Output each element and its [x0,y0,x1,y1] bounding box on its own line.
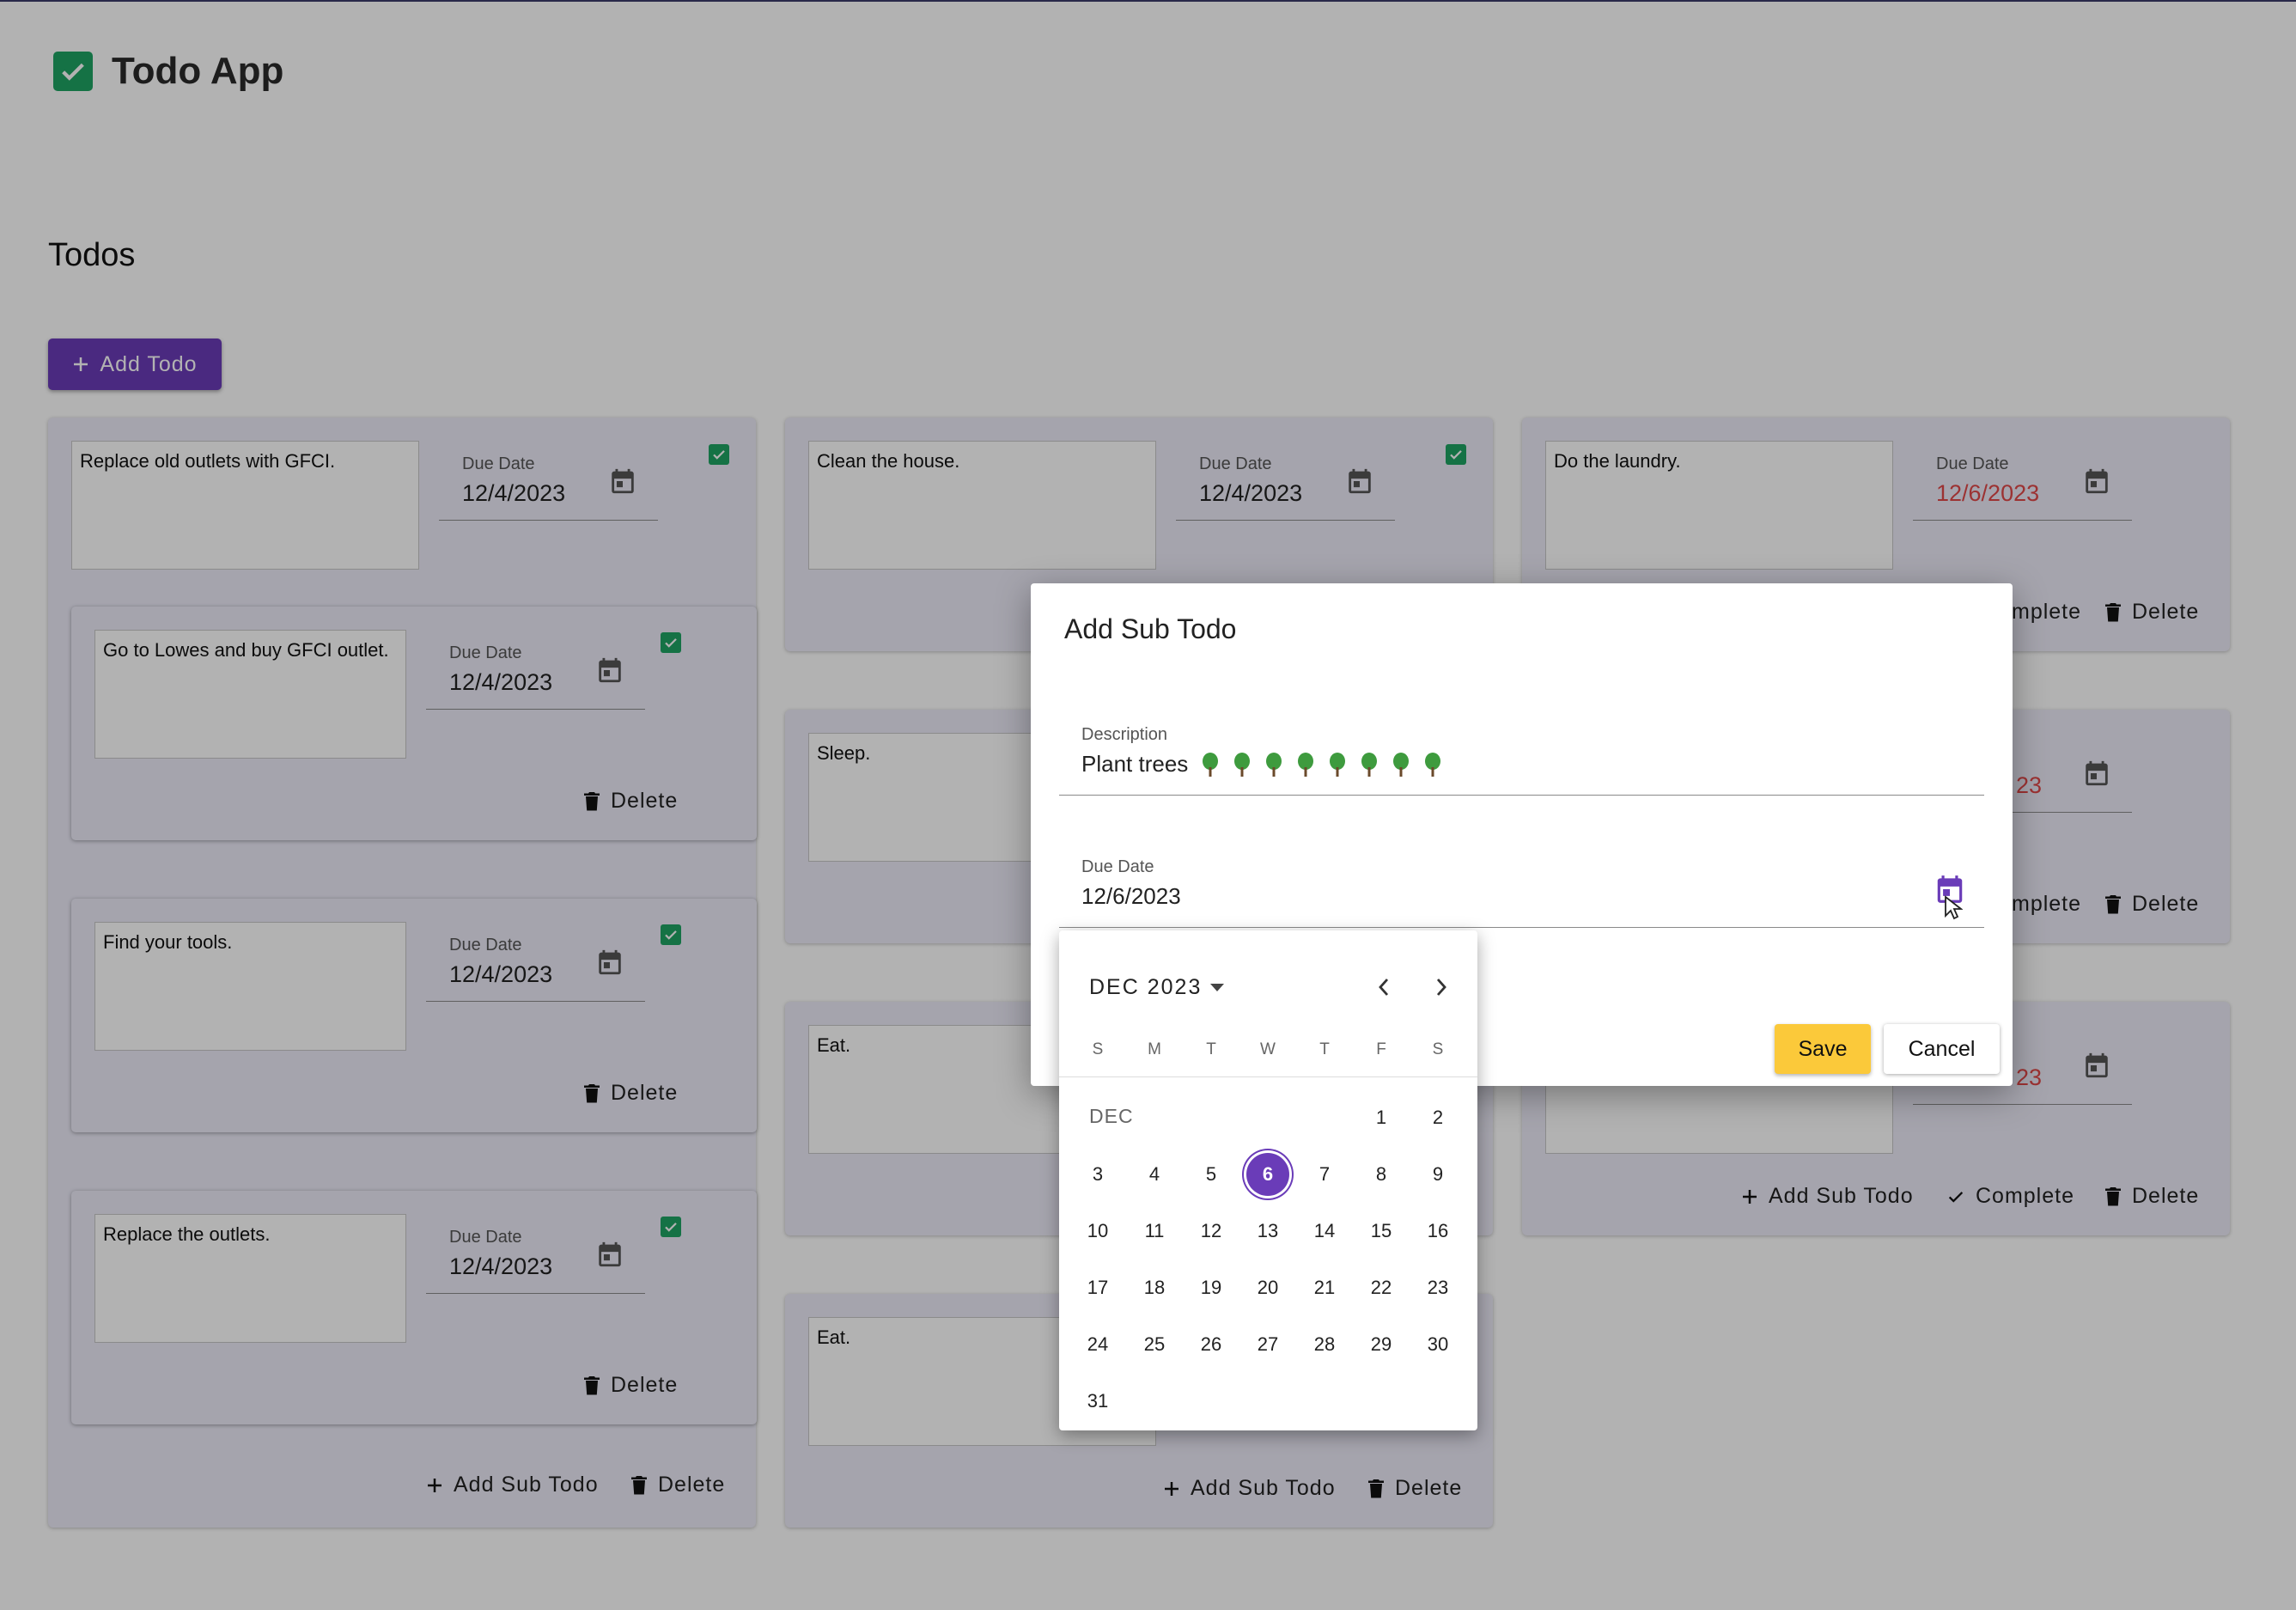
chevron-left-icon [1379,979,1389,996]
description-field[interactable]: Description Plant trees [1059,717,1984,796]
month-year-selector[interactable]: DEC 2023 [1089,975,1225,1000]
weekday-label: T [1319,1040,1330,1058]
calendar-day[interactable]: 27 [1246,1323,1289,1366]
mouse-cursor-icon [1945,895,1963,920]
calendar-day[interactable]: 26 [1190,1323,1233,1366]
due-date-label: Due Date [1081,857,1154,876]
weekday-divider [1059,1076,1477,1077]
calendar-day[interactable]: 11 [1133,1210,1176,1253]
calendar-day[interactable]: 25 [1133,1323,1176,1366]
calendar-day[interactable]: 20 [1246,1266,1289,1309]
calendar-day[interactable]: 22 [1360,1266,1403,1309]
calendar-day[interactable]: 29 [1360,1323,1403,1366]
calendar-day[interactable]: 14 [1303,1210,1346,1253]
calendar-day[interactable]: 15 [1360,1210,1403,1253]
calendar-day[interactable]: 19 [1190,1266,1233,1309]
calendar-day[interactable]: 1 [1360,1096,1403,1139]
calendar-day[interactable]: 31 [1076,1380,1119,1423]
cancel-button[interactable]: Cancel [1884,1024,2000,1074]
calendar-day[interactable]: 28 [1303,1323,1346,1366]
tree-icon [1298,752,1314,777]
calendar-day[interactable]: 7 [1303,1153,1346,1196]
tree-icon [1393,752,1410,777]
calendar-day[interactable]: 2 [1416,1096,1459,1139]
selected-day[interactable]: 6 [1246,1153,1289,1196]
tree-icon [1266,752,1282,777]
calendar-day[interactable]: 4 [1133,1153,1176,1196]
calendar-day[interactable]: 23 [1416,1266,1459,1309]
previous-month-button[interactable] [1365,968,1403,1006]
tree-emoji-row [1201,752,1442,778]
calendar-day[interactable]: 13 [1246,1210,1289,1253]
calendar-day[interactable]: 3 [1076,1153,1119,1196]
weekday-label: S [1432,1040,1444,1058]
description-text: Plant trees [1081,751,1189,777]
calendar-day[interactable]: 30 [1416,1323,1459,1366]
due-date-field[interactable]: Due Date 12/6/2023 [1059,849,1984,928]
chevron-right-icon [1436,979,1446,996]
tree-icon [1234,752,1251,777]
next-month-button[interactable] [1422,968,1460,1006]
tree-icon [1330,752,1346,777]
weekday-label: S [1092,1040,1104,1058]
month-year-label: DEC 2023 [1089,975,1203,999]
date-picker: DEC 2023 SMTWTFS DEC 1 2 3 4 5 6 7 8 9 10 11 12 13 14… [1059,930,1477,1430]
calendar-day[interactable]: 18 [1133,1266,1176,1309]
calendar-day[interactable]: 24 [1076,1323,1119,1366]
calendar-day[interactable]: 16 [1416,1210,1459,1253]
save-button[interactable]: Save [1775,1024,1871,1074]
calendar-day[interactable]: 8 [1360,1153,1403,1196]
weekday-label: W [1260,1040,1276,1058]
weekday-label: T [1206,1040,1216,1058]
tree-icon [1361,752,1378,777]
caret-down-icon [1210,983,1225,991]
calendar-day[interactable]: 5 [1190,1153,1233,1196]
tree-icon [1425,752,1441,777]
description-label: Description [1081,725,1168,744]
due-date-value: 12/6/2023 [1081,883,1181,909]
month-tag: DEC [1089,1105,1134,1127]
calendar-day[interactable]: 12 [1190,1210,1233,1253]
weekday-label: F [1376,1040,1386,1058]
calendar-day[interactable]: 10 [1076,1210,1119,1253]
description-value: Plant trees [1081,751,1442,778]
calendar-day[interactable]: 9 [1416,1153,1459,1196]
calendar-day[interactable]: 21 [1303,1266,1346,1309]
dialog-title: Add Sub Todo [1064,613,1237,644]
calendar-day[interactable]: 17 [1076,1266,1119,1309]
tree-icon [1203,752,1219,777]
weekday-label: M [1148,1040,1161,1058]
